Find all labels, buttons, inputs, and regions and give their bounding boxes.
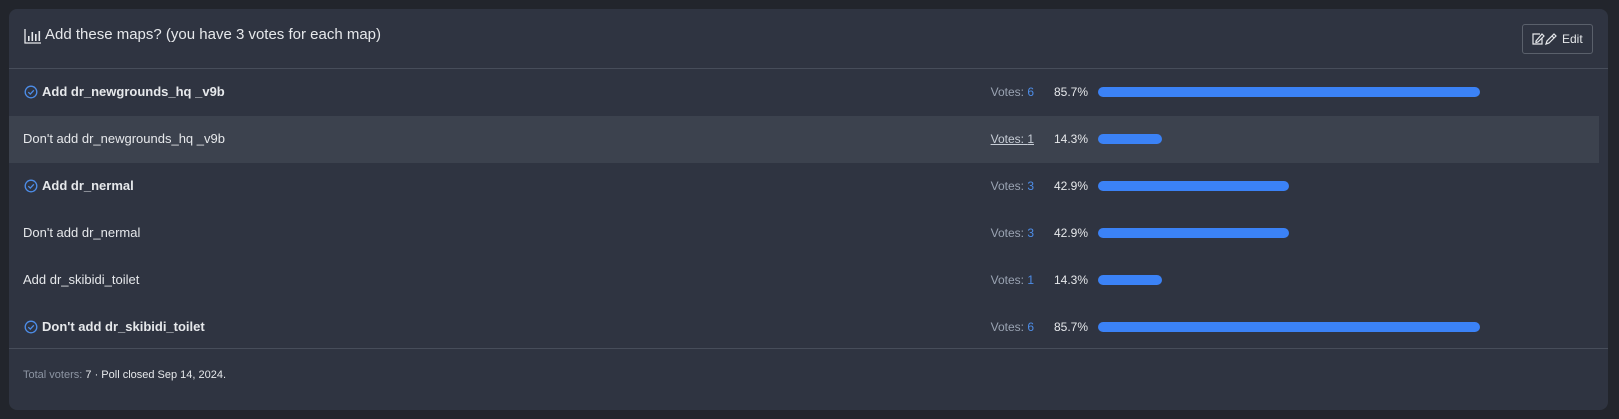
- progress-bar: [1098, 134, 1162, 144]
- total-voters-value: 7: [85, 369, 92, 381]
- option-percent: 85.7%: [1054, 320, 1089, 334]
- option-label: Don't add dr_newgrounds_hq _v9b: [23, 131, 225, 146]
- edit-icon: [1532, 33, 1557, 45]
- poll-option[interactable]: Add dr_newgrounds_hq _v9b Votes: 6 85.7%: [9, 69, 1599, 116]
- option-votes: Votes: 1: [991, 257, 1034, 303]
- vote-count: 3: [1027, 226, 1034, 240]
- total-voters-label: Total voters:: [23, 369, 83, 381]
- poll-title: Add these maps? (you have 3 votes for ea…: [45, 26, 382, 43]
- poll-card: Add these maps? (you have 3 votes for ea…: [9, 9, 1608, 410]
- poll-option[interactable]: Add dr_nermal Votes: 3 42.9%: [9, 163, 1599, 210]
- progress-bar: [1098, 322, 1480, 332]
- vote-count: 3: [1027, 179, 1034, 193]
- footer-separator: ·: [94, 369, 99, 381]
- poll-option[interactable]: Add dr_skibidi_toilet Votes: 1 14.3%: [9, 257, 1599, 304]
- option-label: Don't add dr_skibidi_toilet: [42, 319, 205, 334]
- votes-prefix: Votes:: [990, 226, 1024, 240]
- option-percent: 42.9%: [1054, 226, 1089, 240]
- option-label: Don't add dr_nermal: [23, 225, 141, 240]
- option-votes: Votes: 3: [991, 210, 1034, 256]
- poll-options: Add dr_newgrounds_hq _v9b Votes: 6 85.7%…: [9, 69, 1599, 351]
- progress-bar: [1098, 275, 1162, 285]
- option-percent: 14.3%: [1054, 273, 1089, 287]
- bar-chart-icon: [24, 29, 41, 44]
- poll-summary: Total voters: 7 · Poll closed Sep 14, 20…: [23, 369, 226, 381]
- poll-option[interactable]: Don't add dr_nermal Votes: 3 42.9%: [9, 210, 1599, 257]
- votes-prefix: Votes:: [990, 273, 1024, 287]
- option-percent: 85.7%: [1054, 85, 1089, 99]
- option-label: Add dr_nermal: [42, 178, 134, 193]
- option-votes-link[interactable]: Votes: 1: [991, 116, 1034, 162]
- edit-button[interactable]: Edit: [1522, 24, 1593, 54]
- poll-option[interactable]: Don't add dr_newgrounds_hq _v9b Votes: 1…: [9, 116, 1599, 163]
- edit-button-label: Edit: [1562, 32, 1583, 46]
- option-percent: 42.9%: [1054, 179, 1089, 193]
- votes-prefix: Votes:: [990, 320, 1024, 334]
- poll-header: Add these maps? (you have 3 votes for ea…: [9, 9, 1608, 69]
- votes-prefix: Votes:: [990, 132, 1024, 146]
- progress-bar: [1098, 228, 1289, 238]
- option-votes: Votes: 3: [991, 163, 1034, 209]
- option-percent: 14.3%: [1054, 132, 1089, 146]
- vote-count: 6: [1027, 320, 1034, 334]
- option-votes: Votes: 6: [991, 304, 1034, 350]
- poll-footer: Total voters: 7 · Poll closed Sep 14, 20…: [9, 348, 1608, 410]
- vote-count: 6: [1027, 85, 1034, 99]
- votes-prefix: Votes:: [990, 85, 1024, 99]
- option-label: Add dr_skibidi_toilet: [23, 272, 140, 287]
- option-votes: Votes: 6: [991, 69, 1034, 115]
- votes-prefix: Votes:: [990, 179, 1024, 193]
- vote-count: 1: [1027, 273, 1034, 287]
- option-label: Add dr_newgrounds_hq _v9b: [42, 84, 225, 99]
- poll-option[interactable]: Don't add dr_skibidi_toilet Votes: 6 85.…: [9, 304, 1599, 351]
- progress-bar: [1098, 181, 1289, 191]
- poll-closed-text: Poll closed Sep 14, 2024.: [101, 369, 227, 381]
- progress-bar: [1098, 87, 1480, 97]
- vote-count: 1: [1027, 132, 1034, 146]
